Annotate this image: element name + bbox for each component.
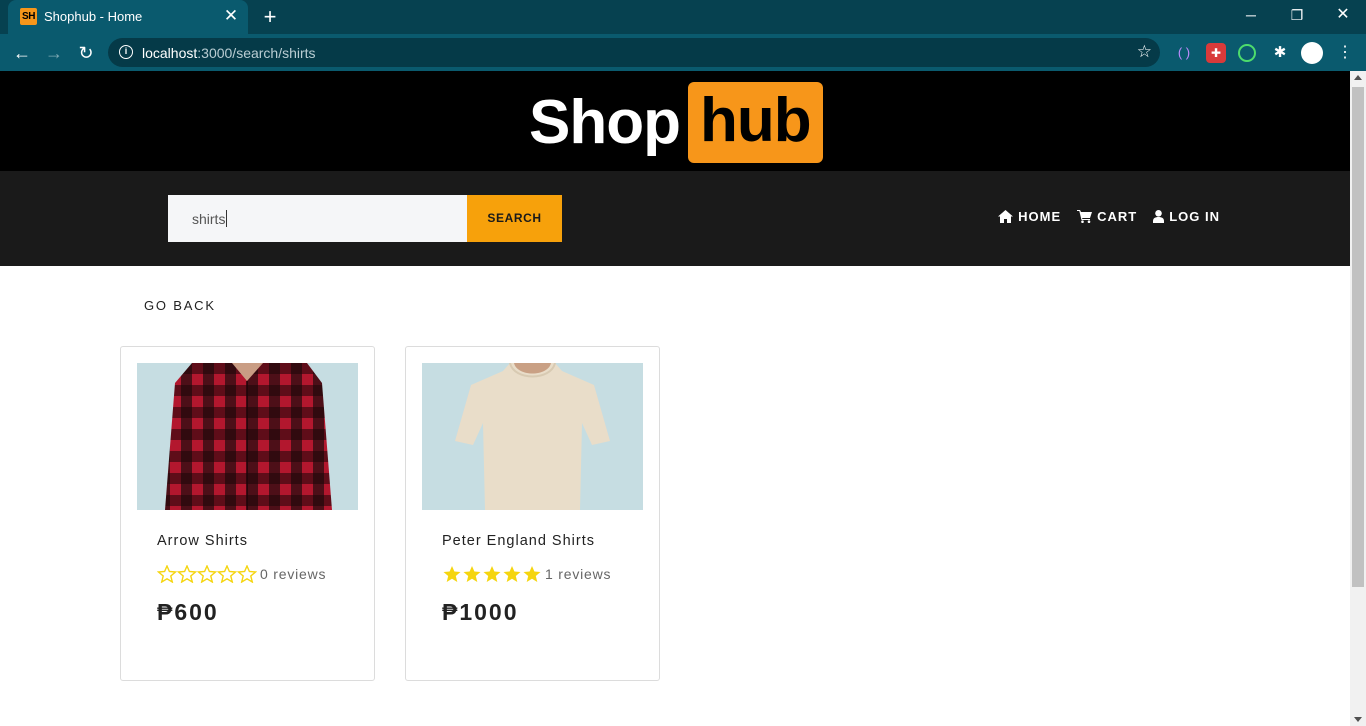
scroll-up-icon[interactable]	[1354, 75, 1362, 80]
site-info-icon[interactable]: i	[119, 45, 133, 59]
star-empty-icon	[197, 565, 217, 583]
navbar: shirts SEARCH HOME CART LOG IN	[0, 171, 1350, 266]
go-back-link[interactable]: GO BACK	[144, 298, 216, 313]
nav-login-label: LOG IN	[1169, 209, 1220, 224]
star-filled-icon	[483, 566, 501, 582]
url-text: localhost:3000/search/shirts	[142, 45, 316, 61]
tab-title: Shophub - Home	[44, 9, 143, 24]
product-price: ₱1000	[442, 599, 519, 625]
text-caret	[226, 210, 228, 227]
star-empty-icon	[177, 565, 197, 583]
browser-toolbar: ← → ↻ i localhost:3000/search/shirts ☆ (…	[0, 34, 1366, 71]
reload-icon[interactable]: ↻	[73, 40, 99, 66]
product-price: ₱600	[157, 599, 219, 625]
logo-header: Shop hub	[0, 71, 1350, 171]
product-rating: 1 reviews	[442, 565, 611, 583]
minimize-icon[interactable]: ─	[1236, 4, 1266, 26]
gift-icon[interactable]: ✚	[1206, 43, 1226, 63]
star-empty-icon	[157, 565, 177, 583]
cast-icon[interactable]: ( )	[1174, 43, 1194, 63]
nav-home-link[interactable]: HOME	[998, 209, 1061, 224]
star-filled-icon	[503, 566, 521, 582]
back-icon[interactable]: ←	[9, 40, 35, 66]
page-viewport: Shop hub shirts SEARCH HOME CART LOG IN …	[0, 71, 1350, 726]
tab-favicon-icon: SH	[20, 8, 37, 25]
page-scrollbar[interactable]	[1350, 71, 1366, 726]
star-filled-icon	[523, 566, 541, 582]
profile-icon[interactable]	[1301, 42, 1323, 64]
home-icon	[998, 210, 1014, 223]
flannel-shirt-image	[137, 363, 358, 510]
browser-tab[interactable]: SH Shophub - Home ✕	[8, 0, 248, 34]
product-card[interactable]: Arrow Shirts 0 reviews ₱600	[120, 346, 375, 681]
address-bar[interactable]: i localhost:3000/search/shirts ☆	[108, 38, 1160, 67]
product-name[interactable]: Arrow Shirts	[157, 533, 248, 549]
review-count: 0 reviews	[260, 566, 327, 582]
star-empty-icon	[237, 565, 257, 583]
search-input[interactable]: shirts	[168, 195, 467, 242]
scroll-thumb[interactable]	[1352, 87, 1364, 587]
puzzle-icon[interactable]: ✱	[1270, 43, 1290, 63]
product-rating: 0 reviews	[157, 565, 326, 583]
kebab-menu-icon[interactable]: ⋮	[1335, 43, 1355, 63]
nav-login-link[interactable]: LOG IN	[1153, 209, 1220, 224]
review-count: 1 reviews	[545, 566, 612, 582]
beige-tshirt-image	[422, 363, 643, 510]
star-empty-icon	[217, 565, 237, 583]
logo-hub-text: hub	[687, 81, 823, 163]
star-filled-icon	[443, 566, 461, 582]
new-tab-icon[interactable]: +	[258, 5, 282, 29]
restore-icon[interactable]: ❐	[1282, 4, 1312, 26]
cart-icon	[1077, 210, 1093, 223]
product-image[interactable]	[137, 363, 358, 510]
search-input-value: shirts	[192, 210, 226, 227]
product-card[interactable]: Peter England Shirts 1 reviews ₱1000	[405, 346, 660, 681]
user-icon	[1153, 210, 1165, 223]
site-logo[interactable]: Shop hub	[529, 81, 823, 163]
logo-shop-text: Shop	[529, 87, 681, 157]
search-button[interactable]: SEARCH	[467, 195, 562, 242]
nav-cart-link[interactable]: CART	[1077, 209, 1137, 224]
tab-close-icon[interactable]: ✕	[222, 7, 240, 25]
product-name[interactable]: Peter England Shirts	[442, 533, 595, 549]
product-image[interactable]	[422, 363, 643, 510]
target-icon[interactable]	[1238, 44, 1256, 62]
bookmark-star-icon[interactable]: ☆	[1137, 42, 1152, 62]
scroll-down-icon[interactable]	[1354, 717, 1362, 722]
nav-links: HOME CART LOG IN	[998, 209, 1220, 224]
nav-cart-label: CART	[1097, 209, 1138, 224]
close-window-icon[interactable]: ✕	[1328, 4, 1358, 26]
nav-home-label: HOME	[1018, 209, 1062, 224]
forward-icon[interactable]: →	[41, 40, 67, 66]
browser-tab-strip: SH Shophub - Home ✕ + ─ ❐ ✕	[0, 0, 1366, 34]
star-filled-icon	[463, 566, 481, 582]
